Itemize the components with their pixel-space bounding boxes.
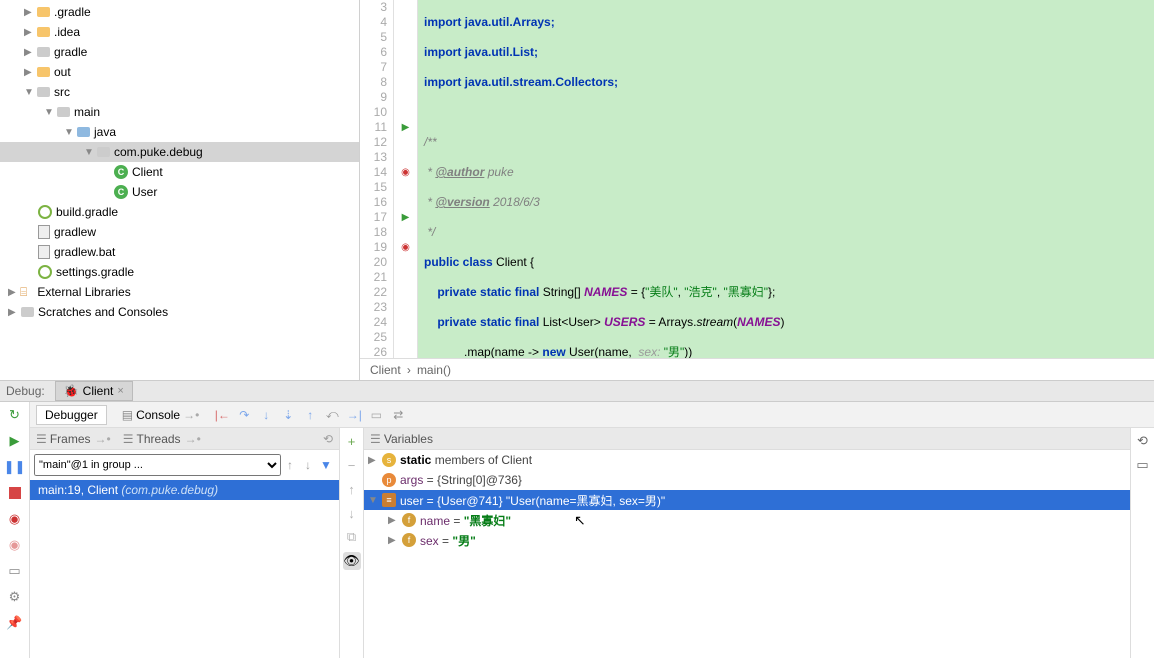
copy-button[interactable]: ⧉ [343,528,361,546]
step-into-button[interactable]: ↓ [258,407,274,423]
remove-watch-button[interactable]: − [343,456,361,474]
code-area[interactable]: import java.util.Arrays; import java.uti… [418,0,1154,358]
tree-item-idea[interactable]: ▶.idea [0,22,359,42]
tree-item-src[interactable]: ▼src [0,82,359,102]
tab-console[interactable]: ▤Console→• [113,405,209,425]
tree-item-package[interactable]: ▼com.puke.debug [0,142,359,162]
mute-breakpoints-button[interactable]: ◉ [6,536,24,554]
tree-item-client[interactable]: CClient [0,162,359,182]
debug-label: Debug: [6,384,45,398]
pin-icon[interactable]: 📌 [6,614,24,632]
gutter-marks[interactable]: ▶ ◉ ▶ ◉ [394,0,418,358]
breadcrumb[interactable]: Client › main() [360,358,1154,380]
down-button[interactable]: ↓ [343,504,361,522]
variables-toolbar: + − ↑ ↓ ⧉ 👁 [340,428,364,658]
breakpoint-icon[interactable]: ◉ [394,165,417,180]
step-out-button[interactable]: ↑ [302,407,318,423]
stop-button[interactable] [6,484,24,502]
watches-side: ⟲ ▭ [1130,428,1154,658]
editor: 3456789101112131415161718192021222324252… [360,0,1154,380]
view-breakpoints-button[interactable]: ◉ [6,510,24,528]
close-icon[interactable]: × [117,385,123,397]
variables-tree[interactable]: ▶sstatic members of Client pargs = {Stri… [364,450,1130,658]
project-tree[interactable]: ▶.gradle ▶.idea ▶gradle ▶out ▼src ▼main … [0,0,360,380]
line-gutter[interactable]: 3456789101112131415161718192021222324252… [360,0,394,358]
up-button[interactable]: ↑ [343,480,361,498]
mouse-cursor: ↖ [574,512,586,529]
tree-item-external-libraries[interactable]: ▶⌸ External Libraries [0,282,359,302]
settings-icon[interactable]: ⚙ [6,588,24,606]
show-watches-button[interactable]: 👁 [343,552,361,570]
frames-header: ☰ Frames→• ☰ Threads→• ⟲ [30,428,339,450]
step-over-button[interactable]: ↷ [236,407,252,423]
debug-tool-window-header: Debug: 🐞 Client × [0,380,1154,402]
trace-button[interactable]: ⇄ [390,407,406,423]
debug-left-toolbar: ↻ ▶ ❚❚ ◉ ◉ ▭ ⚙ 📌 [0,402,30,658]
show-execution-point-button[interactable]: |← [214,407,230,423]
tree-item-scratches[interactable]: ▶Scratches and Consoles [0,302,359,322]
var-user[interactable]: ▼≡user = {User@741} "User(name=黑寡妇, sex=… [364,490,1130,510]
library-icon: ⌸ [20,285,34,299]
tab-debugger[interactable]: Debugger [36,405,107,425]
pause-button[interactable]: ❚❚ [6,458,24,476]
next-frame-button[interactable]: ↓ [299,458,317,472]
thread-selector[interactable]: "main"@1 in group ... [34,454,281,476]
var-name[interactable]: ▶fname = "黑寡妇" [364,510,1130,530]
tree-item-buildgradle[interactable]: build.gradle [0,202,359,222]
bug-icon: 🐞 [64,384,79,398]
tree-item-main[interactable]: ▼main [0,102,359,122]
force-step-into-button[interactable]: ⇣ [280,407,296,423]
console-icon: ▤ [122,408,133,422]
execution-point-icon[interactable]: ◉ [394,240,417,255]
variables-header: ☰ Variables [364,428,1130,450]
filter-button[interactable]: ▼ [317,458,335,472]
tree-item-gradle[interactable]: ▶gradle [0,42,359,62]
resume-button[interactable]: ▶ [6,432,24,450]
tree-item-gradle-dot[interactable]: ▶.gradle [0,2,359,22]
threads-icon: ☰ [123,432,134,446]
debug-session-tab[interactable]: 🐞 Client × [55,381,133,401]
run-gutter-icon[interactable]: ▶ [394,210,417,225]
new-watch-button[interactable]: + [343,432,361,450]
drop-frame-button[interactable]: ⤺ [324,407,340,423]
restore-layout-icon[interactable]: ⟲ [323,432,333,446]
variables-icon: ☰ [370,432,381,446]
var-args[interactable]: pargs = {String[0]@736} [364,470,1130,490]
rerun-button[interactable]: ↻ [6,406,24,424]
debugger-toolbar: Debugger ▤Console→• |← ↷ ↓ ⇣ ↑ ⤺ →| ▭ ⇄ [30,402,1154,428]
var-static[interactable]: ▶sstatic members of Client [364,450,1130,470]
run-to-cursor-button[interactable]: →| [346,407,362,423]
tree-item-settingsgradle[interactable]: settings.gradle [0,262,359,282]
tree-item-out[interactable]: ▶out [0,62,359,82]
tree-item-gradlewbat[interactable]: gradlew.bat [0,242,359,262]
run-gutter-icon[interactable]: ▶ [394,120,417,135]
var-sex[interactable]: ▶fsex = "男" [364,530,1130,550]
camera-icon[interactable]: ▭ [6,562,24,580]
memory-icon[interactable]: ▭ [1134,456,1152,474]
restore-icon[interactable]: ⟲ [1134,432,1152,450]
frames-icon: ☰ [36,432,47,446]
tree-item-gradlew[interactable]: gradlew [0,222,359,242]
prev-frame-button[interactable]: ↑ [281,458,299,472]
tree-item-java[interactable]: ▼java [0,122,359,142]
stack-frame[interactable]: main:19, Client (com.puke.debug) [30,480,339,500]
evaluate-expression-button[interactable]: ▭ [368,407,384,423]
tree-item-user[interactable]: CUser [0,182,359,202]
